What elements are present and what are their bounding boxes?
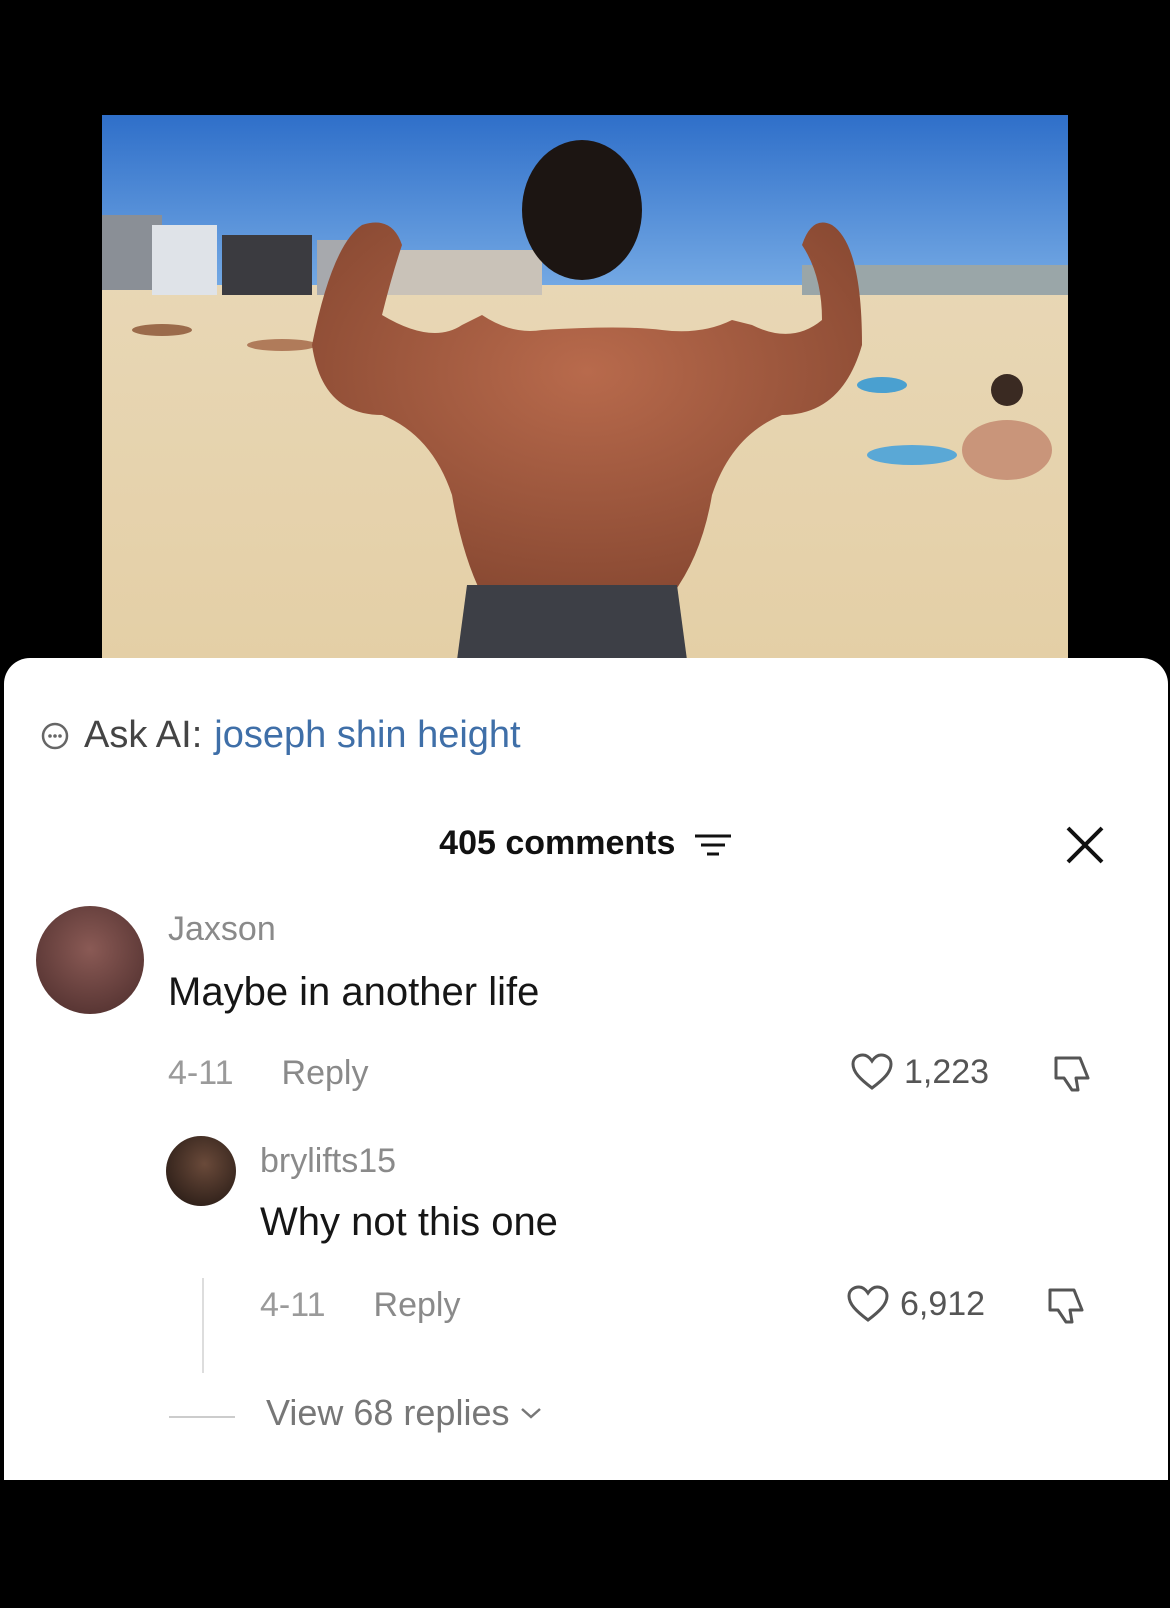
comments-sheet: Ask AI: joseph shin height 405 comments … — [4, 658, 1168, 1480]
chevron-down-icon — [521, 1408, 542, 1419]
ai-chat-icon — [41, 722, 69, 749]
comments-count: 405 comments — [439, 824, 676, 862]
reply-button[interactable]: Reply — [282, 1054, 369, 1093]
view-replies-button[interactable]: View 68 replies — [266, 1392, 543, 1434]
filter-icon[interactable] — [693, 831, 733, 859]
like-button[interactable]: 1,223 — [850, 1052, 989, 1092]
dislike-icon[interactable] — [1050, 1050, 1096, 1096]
comment-date: 4-11 — [168, 1054, 234, 1092]
avatar[interactable] — [36, 906, 144, 1014]
like-button[interactable]: 6,912 — [846, 1284, 985, 1324]
beach-photo — [102, 115, 1068, 660]
dislike-icon[interactable] — [1044, 1282, 1090, 1328]
comments-count-header: 405 comments — [4, 824, 1168, 863]
view-replies-line — [169, 1416, 235, 1418]
comment-text: Maybe in another life — [168, 970, 540, 1014]
thread-line — [202, 1278, 204, 1373]
reply-button[interactable]: Reply — [374, 1286, 461, 1325]
view-replies-label: View 68 replies — [266, 1392, 510, 1433]
comment-username[interactable]: brylifts15 — [260, 1142, 396, 1181]
comment-username[interactable]: Jaxson — [168, 910, 276, 949]
close-icon[interactable] — [1064, 824, 1106, 866]
heart-icon — [851, 1053, 893, 1090]
comment-meta: 4-11 Reply — [260, 1286, 460, 1325]
ask-ai-label: Ask AI: — [84, 714, 203, 756]
heart-icon — [847, 1285, 889, 1322]
comment-text: Why not this one — [260, 1200, 558, 1244]
avatar[interactable] — [166, 1136, 236, 1206]
ask-ai-suggestion[interactable]: Ask AI: joseph shin height — [40, 714, 521, 757]
ask-ai-query[interactable]: joseph shin height — [214, 714, 520, 757]
like-count: 6,912 — [900, 1284, 986, 1323]
post-photo — [102, 115, 1068, 660]
comment-meta: 4-11 Reply — [168, 1054, 368, 1093]
like-count: 1,223 — [904, 1052, 990, 1091]
comment-date: 4-11 — [260, 1286, 326, 1324]
